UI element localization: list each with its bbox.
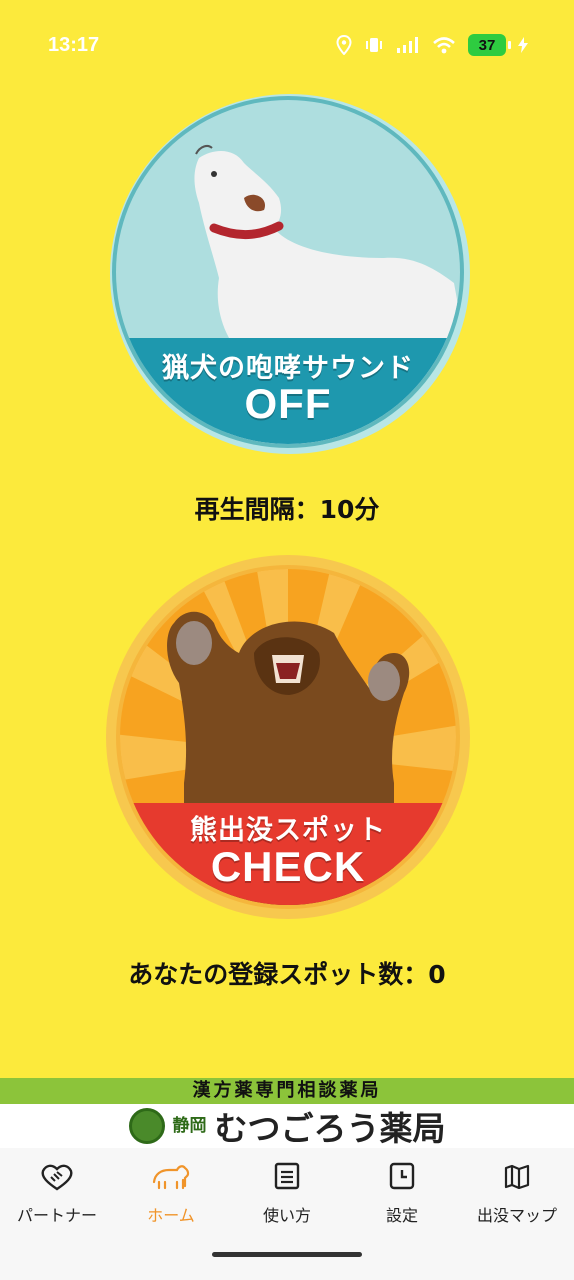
tab-settings[interactable]: 設定: [345, 1160, 459, 1226]
tab-sighting-map[interactable]: 出没マップ: [460, 1160, 574, 1226]
tab-home-label: ホーム: [147, 1206, 195, 1225]
home-indicator: [212, 1252, 362, 1257]
bear-spot-title: 熊出没スポット: [190, 815, 386, 846]
tab-partner[interactable]: パートナー: [0, 1160, 114, 1226]
bear-spot-state: CHECK: [210, 843, 366, 890]
banner-location-text: 静岡: [172, 1116, 207, 1136]
tab-sighting-map-label: 出没マップ: [476, 1206, 557, 1225]
hunting-dog-sound-button[interactable]: 猟犬の咆哮サウンド OFF: [104, 88, 472, 456]
bottom-tab-bar: パートナー ホーム 使い方 設定 出没マップ: [0, 1148, 574, 1280]
tab-home[interactable]: ホーム: [114, 1160, 228, 1226]
tab-how-to-use[interactable]: 使い方: [230, 1160, 344, 1226]
bear-spot-check-button[interactable]: 熊出没スポット CHECK: [104, 553, 472, 921]
bear-icon: [152, 1165, 190, 1190]
status-icons: 37: [336, 34, 528, 56]
tab-partner-label: パートナー: [16, 1206, 97, 1225]
interval-text: 再生間隔：10分: [194, 495, 380, 524]
registered-spots-text: あなたの登録スポット数：0: [128, 960, 446, 989]
status-time: 13:17: [48, 34, 100, 56]
battery-level: 37: [478, 36, 496, 54]
banner-tagline: 漢方薬専門相談薬局: [0, 1078, 574, 1104]
status-bar: 13:17 37: [0, 0, 574, 90]
charging-icon: [518, 37, 528, 53]
pharmacy-banner[interactable]: 漢方薬専門相談薬局 静岡 むつごろう薬局: [0, 1078, 574, 1148]
clock-icon: [389, 1162, 415, 1190]
dog-sound-state: OFF: [244, 380, 332, 427]
banner-pharmacy-name: むつごろう薬局: [214, 1109, 446, 1148]
banner-location: 静岡: [173, 1117, 207, 1135]
tab-how-to-use-label: 使い方: [262, 1206, 311, 1225]
pharmacy-logo-icon: [128, 1108, 165, 1144]
signal-icon: [397, 37, 418, 53]
battery-icon: 37: [468, 34, 511, 56]
handshake-icon: [41, 1164, 73, 1191]
vibrate-icon: [366, 38, 382, 52]
wifi-icon: [433, 37, 455, 54]
tab-settings-label: 設定: [385, 1206, 418, 1225]
document-icon: [274, 1162, 300, 1190]
map-icon: [504, 1164, 530, 1189]
banner-main: 静岡 むつごろう薬局: [0, 1104, 574, 1148]
location-icon: [336, 35, 352, 55]
